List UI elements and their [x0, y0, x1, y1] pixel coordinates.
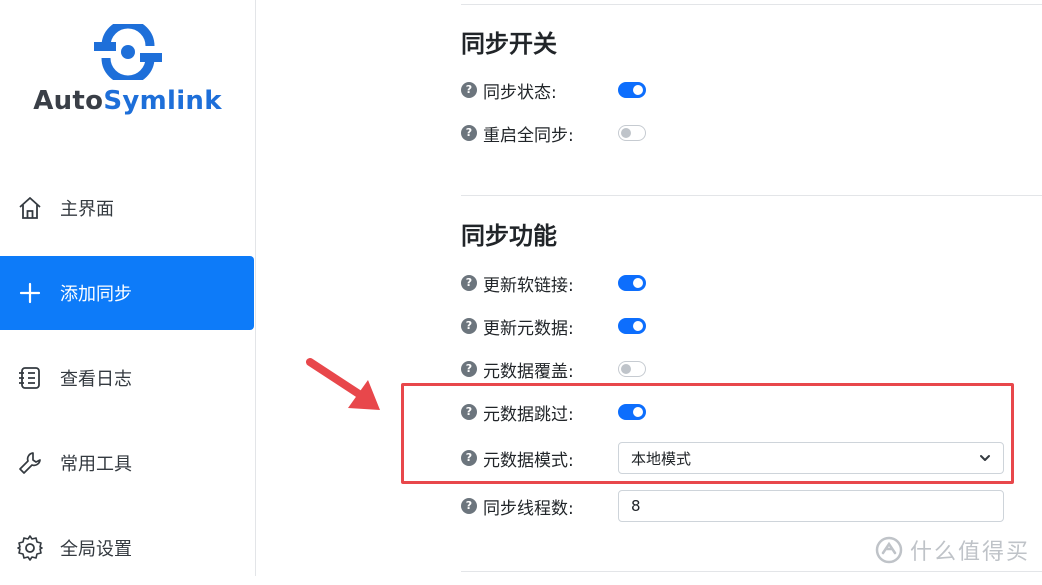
sidebar-item-label: 全局设置 [60, 539, 132, 560]
sync-status-toggle[interactable] [618, 82, 646, 98]
app-name: AutoSymlink [0, 86, 255, 116]
sidebar-item-label: 添加同步 [60, 284, 132, 305]
thread-count-input[interactable]: 8 [618, 490, 1004, 522]
help-icon[interactable]: ? [461, 404, 477, 420]
update-metadata-toggle[interactable] [618, 318, 646, 334]
section-divider [461, 571, 1042, 572]
section-divider [461, 4, 1042, 5]
metadata-skip-toggle[interactable] [618, 404, 646, 420]
sidebar-item-add-sync[interactable]: 添加同步 [0, 256, 254, 330]
watermark-logo-icon [875, 536, 903, 564]
plus-icon [16, 279, 44, 307]
sidebar-item-logs[interactable]: 查看日志 [0, 341, 254, 415]
log-icon [16, 364, 44, 392]
row-update-symlink: ? 更新软链接: [461, 267, 646, 299]
help-icon[interactable]: ? [461, 498, 477, 514]
row-label: 重启全同步: [483, 125, 574, 146]
logo-icon [93, 24, 162, 80]
toggle-knob [633, 407, 643, 417]
row-label: 同步状态: [483, 82, 557, 103]
row-label: 元数据覆盖: [483, 361, 574, 382]
chevron-down-icon [980, 455, 990, 461]
row-label: 更新元数据: [483, 318, 574, 339]
sidebar-item-label: 常用工具 [60, 454, 132, 475]
toggle-knob [621, 128, 631, 138]
help-icon[interactable]: ? [461, 125, 477, 141]
section-title-sync-features: 同步功能 [461, 222, 557, 250]
sidebar-item-settings[interactable]: 全局设置 [0, 511, 254, 585]
toggle-knob [633, 321, 643, 331]
row-metadata-mode: ? 元数据模式: 本地模式 [461, 442, 1004, 474]
metadata-mode-value: 本地模式 [631, 449, 692, 468]
sidebar: AutoSymlink 主界面 添加同步 查看日志 常用工具 全局设置 [0, 0, 256, 576]
metadata-overwrite-toggle[interactable] [618, 361, 646, 377]
help-icon[interactable]: ? [461, 361, 477, 377]
row-restart-full-sync: ? 重启全同步: [461, 117, 646, 149]
row-update-metadata: ? 更新元数据: [461, 310, 646, 342]
section-divider [461, 195, 1042, 196]
sidebar-item-label: 主界面 [60, 199, 114, 220]
row-label: 元数据模式: [483, 450, 574, 471]
row-metadata-overwrite: ? 元数据覆盖: [461, 353, 646, 385]
watermark: 什么值得买 [874, 532, 1030, 568]
main-content: 同步开关 ? 同步状态: ? 重启全同步: 同步功能 ? 更新软链接: ? 更新… [256, 0, 1042, 576]
app-logo: AutoSymlink [0, 24, 255, 116]
app-name-part1: Auto [33, 86, 104, 116]
help-icon[interactable]: ? [461, 450, 477, 466]
sidebar-item-tools[interactable]: 常用工具 [0, 426, 254, 500]
toggle-knob [633, 278, 643, 288]
row-thread-count: ? 同步线程数: 8 [461, 490, 1004, 522]
metadata-mode-select[interactable]: 本地模式 [618, 442, 1004, 474]
help-icon[interactable]: ? [461, 318, 477, 334]
row-metadata-skip: ? 元数据跳过: [461, 396, 646, 428]
restart-full-sync-toggle[interactable] [618, 125, 646, 141]
sidebar-item-home[interactable]: 主界面 [0, 171, 254, 245]
toggle-knob [633, 85, 643, 95]
update-symlink-toggle[interactable] [618, 275, 646, 291]
row-label: 同步线程数: [483, 498, 574, 519]
app-name-part2: Symlink [103, 86, 222, 116]
help-icon[interactable]: ? [461, 82, 477, 98]
home-icon [16, 194, 44, 222]
row-sync-status: ? 同步状态: [461, 74, 646, 106]
help-icon[interactable]: ? [461, 275, 477, 291]
gear-icon [16, 534, 44, 562]
row-label: 元数据跳过: [483, 404, 574, 425]
wrench-icon [16, 449, 44, 477]
sidebar-item-label: 查看日志 [60, 369, 132, 390]
section-title-sync-switch: 同步开关 [461, 30, 557, 58]
watermark-text: 什么值得买 [910, 540, 1031, 565]
toggle-knob [621, 364, 631, 374]
row-label: 更新软链接: [483, 275, 574, 296]
